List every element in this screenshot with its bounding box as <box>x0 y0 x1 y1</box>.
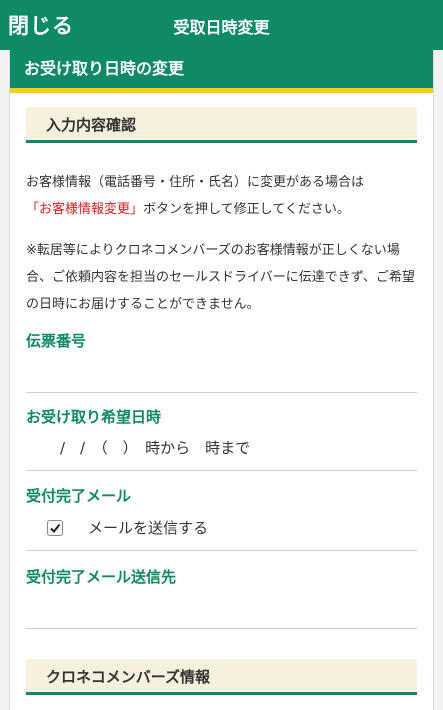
notice-line-1: お客様情報（電話番号・住所・氏名）に変更がある場合は <box>26 175 365 190</box>
section-header-members: クロネコメンバーズ情報 <box>26 659 417 695</box>
section-header-confirm: 入力内容確認 <box>26 107 417 143</box>
desired-datetime-value: / / （ ） 時から 時まで <box>60 439 251 457</box>
divider <box>26 628 417 629</box>
checkmark-icon <box>50 523 61 534</box>
customer-info-notice: お客様情報（電話番号・住所・氏名）に変更がある場合は 「お客様情報変更」ボタンを… <box>26 169 422 223</box>
page-title: 受取日時変更 <box>173 18 270 37</box>
notice-line-2: ボタンを押して修正してください。 <box>143 202 350 217</box>
change-datetime-card: お受け取り日時の変更 入力内容確認 お客様情報（電話番号・住所・氏名）に変更があ… <box>9 50 434 710</box>
send-mail-label[interactable]: メールを送信する <box>88 517 208 538</box>
relocation-note: ※転居等によりクロネコメンバーズのお客様情報が正しくない場合、ご依頼内容を担当の… <box>26 243 415 312</box>
customer-info-change-link[interactable]: 「お客様情報変更」 <box>26 202 143 217</box>
divider <box>26 392 417 393</box>
desired-datetime-label: お受け取り希望日時 <box>26 408 162 426</box>
mail-destination-label: 受付完了メール送信先 <box>26 568 177 586</box>
card-title: お受け取り日時の変更 <box>10 50 433 93</box>
top-bar: 閉じる 受取日時変更 <box>0 0 443 50</box>
confirm-mail-label: 受付完了メール <box>26 487 132 505</box>
tracking-number-label: 伝票番号 <box>26 332 87 350</box>
divider <box>26 470 417 471</box>
send-mail-checkbox[interactable] <box>47 520 63 536</box>
divider <box>26 550 417 551</box>
